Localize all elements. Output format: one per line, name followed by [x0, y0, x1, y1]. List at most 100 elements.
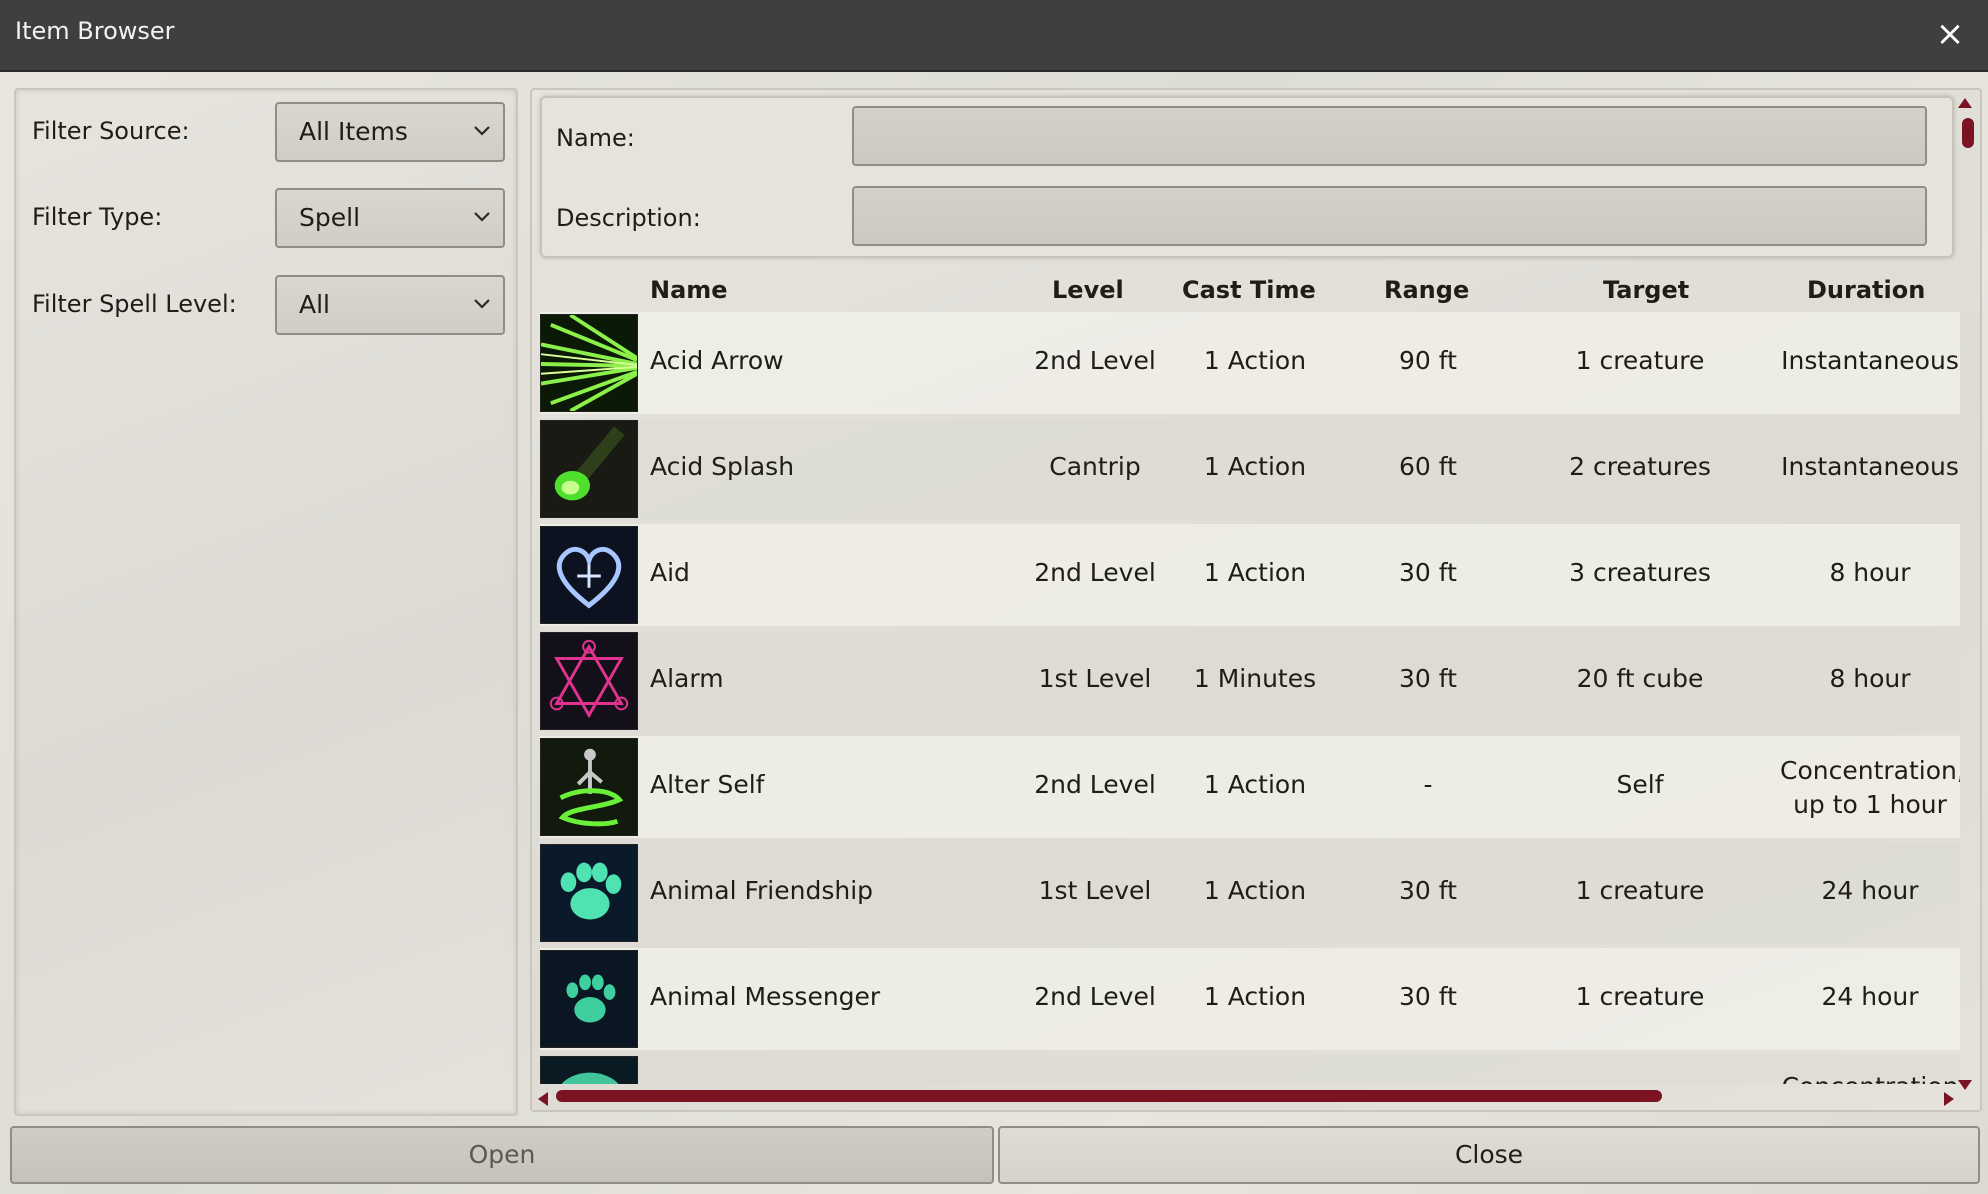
spell-level: 2nd Level: [1034, 346, 1156, 375]
chevron-down-icon: [474, 126, 490, 136]
alter-self-icon: [540, 738, 638, 836]
spell-range: 30 ft: [1399, 558, 1457, 587]
filter-source-select[interactable]: All Items: [275, 102, 505, 162]
spell-name: Alarm: [650, 664, 724, 693]
filter-spell-level-label: Filter Spell Level:: [32, 290, 237, 318]
spell-duration: 8 hour: [1829, 558, 1911, 587]
spell-duration: Instantaneous: [1781, 346, 1959, 375]
animal-messenger-icon: [540, 950, 638, 1048]
filter-type-select[interactable]: Spell: [275, 188, 505, 248]
column-header-duration[interactable]: Duration: [1807, 276, 1925, 304]
spell-level: 2nd Level: [1034, 770, 1156, 799]
name-label: Name:: [556, 124, 635, 152]
search-box: Name: Description:: [540, 96, 1954, 258]
scroll-left-arrow-icon[interactable]: [538, 1092, 548, 1106]
chevron-down-icon: [474, 212, 490, 222]
table-row[interactable]: Alarm 1st Level 1 Minutes 30 ft 20 ft cu…: [540, 630, 1960, 732]
spell-range: 30 ft: [1399, 982, 1457, 1011]
table-header: Name Level Cast Time Range Target Durati…: [532, 272, 1972, 312]
spell-target: Self: [1616, 770, 1664, 799]
spell-name: Acid Splash: [650, 452, 795, 481]
aid-heart-icon: [540, 526, 638, 624]
spell-level: 2nd Level: [1034, 558, 1156, 587]
close-icon[interactable]: ×: [1930, 12, 1970, 56]
spell-level: 2nd Level: [1034, 982, 1156, 1011]
next-spell-icon: [540, 1056, 638, 1084]
spell-cast-time: 1 Minutes: [1193, 664, 1317, 693]
table-row[interactable]: Animal Friendship 1st Level 1 Action 30 …: [540, 842, 1960, 944]
spell-name: Aid: [650, 558, 690, 587]
spell-duration: 24 hour: [1821, 982, 1919, 1011]
description-input[interactable]: [852, 186, 1927, 246]
filter-source-label: Filter Source:: [32, 117, 190, 145]
table-row[interactable]: Animal Messenger 2nd Level 1 Action 30 f…: [540, 948, 1960, 1050]
spell-range: 60 ft: [1399, 452, 1457, 481]
title-bar[interactable]: Item Browser ×: [0, 0, 1988, 72]
column-header-range[interactable]: Range: [1384, 276, 1469, 304]
spell-cast-time: 1 Action: [1203, 770, 1307, 799]
name-input[interactable]: [852, 106, 1927, 166]
filter-source-row: Filter Source: All Items: [32, 102, 505, 164]
open-button[interactable]: Open: [10, 1126, 994, 1184]
spell-range: 30 ft: [1399, 664, 1457, 693]
spell-name: Animal Messenger: [650, 982, 881, 1011]
spell-duration: 8 hour: [1829, 664, 1911, 693]
filter-source-value: All Items: [299, 117, 408, 146]
alarm-sigil-icon: [540, 632, 638, 730]
spell-cast-time: 1 Action: [1203, 346, 1307, 375]
filter-type-label: Filter Type:: [32, 203, 163, 231]
acid-splash-icon: [540, 420, 638, 518]
spell-target: 1 creature: [1575, 346, 1705, 375]
window-content: Filter Source: All Items Filter Type: Sp…: [0, 72, 1988, 1194]
spell-duration: 24 hour: [1821, 876, 1919, 905]
spell-cast-time: 1 Action: [1203, 982, 1307, 1011]
spell-target: 20 ft cube: [1576, 664, 1704, 693]
window-title: Item Browser: [15, 17, 175, 45]
spell-name: Alter Self: [650, 770, 765, 799]
filter-type-value: Spell: [299, 203, 361, 232]
spell-range: 90 ft: [1399, 346, 1457, 375]
column-header-target[interactable]: Target: [1603, 276, 1689, 304]
scroll-down-arrow-icon[interactable]: [1958, 1080, 1972, 1090]
description-label: Description:: [556, 204, 701, 232]
spell-target: 1 creature: [1575, 876, 1705, 905]
scroll-up-arrow-icon[interactable]: [1958, 98, 1972, 108]
spell-target: 2 creatures: [1569, 452, 1711, 481]
filter-type-row: Filter Type: Spell: [32, 188, 505, 250]
spell-range: 30 ft: [1399, 876, 1457, 905]
animal-friendship-icon: [540, 844, 638, 942]
filter-spell-level-select[interactable]: All: [275, 275, 505, 335]
spell-cast-time: 1 Action: [1203, 558, 1307, 587]
spell-level: 1st Level: [1038, 876, 1152, 905]
chevron-down-icon: [474, 299, 490, 309]
table-row[interactable]: Concentration: [540, 1054, 1960, 1084]
vertical-scrollbar-thumb[interactable]: [1962, 118, 1974, 148]
column-header-name[interactable]: Name: [650, 276, 728, 304]
acid-arrow-icon: [540, 314, 638, 412]
spell-range: -: [1423, 770, 1433, 799]
spell-target: 1 creature: [1575, 982, 1705, 1011]
column-header-cast-time[interactable]: Cast Time: [1182, 276, 1316, 304]
table-row[interactable]: Acid Splash Cantrip 1 Action 60 ft 2 cre…: [540, 418, 1960, 520]
table-row[interactable]: Alter Self 2nd Level 1 Action - Self Con…: [540, 736, 1960, 838]
horizontal-scrollbar-thumb[interactable]: [556, 1090, 1662, 1102]
column-header-level[interactable]: Level: [1052, 276, 1124, 304]
close-button[interactable]: Close: [998, 1126, 1980, 1184]
table-row[interactable]: Acid Arrow 2nd Level 1 Action 90 ft 1 cr…: [540, 312, 1960, 414]
spell-duration: Concentration, up to 1 hour: [1780, 756, 1960, 819]
spell-name: Animal Friendship: [650, 876, 874, 905]
table-row[interactable]: Aid 2nd Level 1 Action 30 ft 3 creatures…: [540, 524, 1960, 626]
spell-target: 3 creatures: [1569, 558, 1711, 587]
spell-level: 1st Level: [1038, 664, 1152, 693]
filter-spell-level-value: All: [299, 290, 330, 319]
spell-duration: Concentration: [1780, 1072, 1960, 1084]
spell-cast-time: 1 Action: [1203, 876, 1307, 905]
filter-spell-level-row: Filter Spell Level: All: [32, 275, 505, 337]
filter-panel: Filter Source: All Items Filter Type: Sp…: [14, 88, 518, 1116]
spell-list: Acid Arrow 2nd Level 1 Action 90 ft 1 cr…: [532, 312, 1960, 1084]
spell-duration: Instantaneous: [1781, 452, 1959, 481]
results-panel: Name: Description: Name Level Cast Time …: [530, 88, 1982, 1112]
spell-cast-time: 1 Action: [1203, 452, 1307, 481]
spell-level: Cantrip: [1049, 452, 1141, 481]
scroll-right-arrow-icon[interactable]: [1944, 1092, 1954, 1106]
